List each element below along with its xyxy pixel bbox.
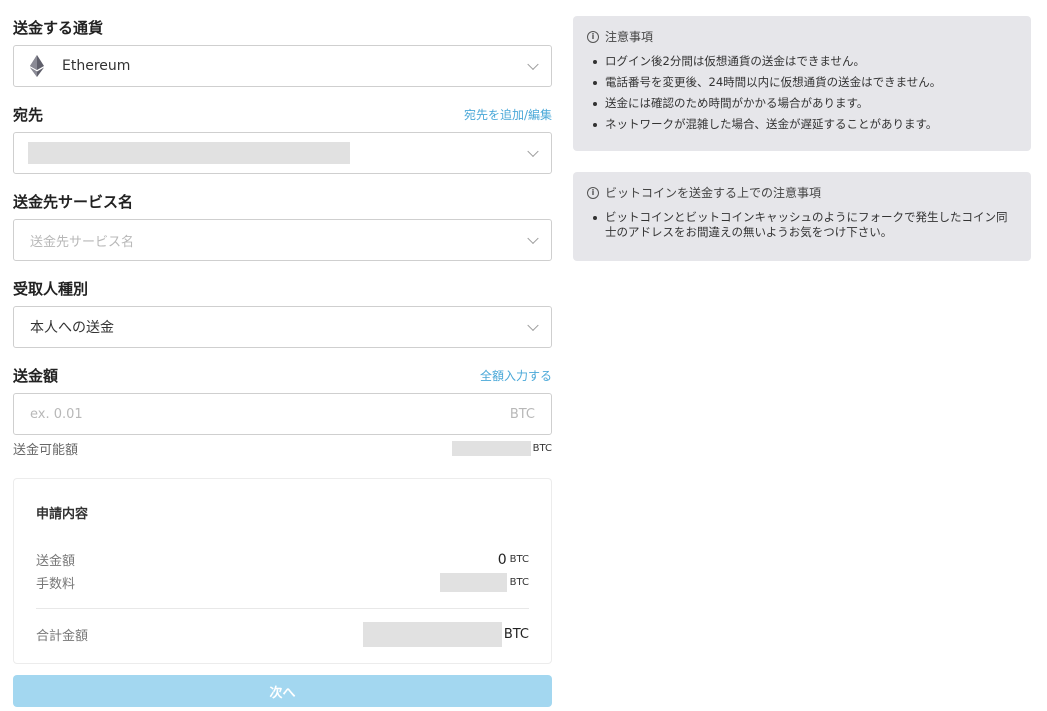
- destination-select[interactable]: [13, 132, 552, 174]
- summary-amount-unit: BTC: [509, 554, 529, 565]
- available-amount-value: BTC: [451, 441, 552, 456]
- fill-max-amount-link[interactable]: 全額入力する: [480, 367, 552, 384]
- summary-total-unit: BTC: [503, 626, 529, 642]
- service-placeholder: 送金先サービス名: [30, 234, 135, 250]
- ethereum-icon: [30, 55, 44, 77]
- available-amount-label: 送金可能額: [13, 443, 79, 458]
- notice-bitcoin-list: ビットコインとビットコインキャッシュのようにフォークで発生したコイン同士のアドレ…: [587, 210, 1015, 240]
- summary-fee-unit: BTC: [509, 577, 529, 588]
- edit-destination-link[interactable]: 宛先を追加/編集: [464, 106, 552, 123]
- available-amount-redacted: [451, 441, 531, 456]
- currency-label: 送金する通貨: [13, 18, 104, 37]
- info-icon: i: [587, 186, 599, 199]
- info-icon: i: [587, 30, 599, 43]
- chevron-down-icon: [527, 232, 539, 245]
- amount-label-row: 送金額 全額入力する: [13, 364, 552, 386]
- notice-bitcoin-title: ビットコインを送金する上での注意事項: [605, 186, 822, 200]
- summary-amount-row: 送金額 0 BTC: [36, 548, 529, 571]
- send-form: 送金する通貨 Ethereum 宛先 宛先を追加/編集 送金先サービス名 送金先…: [13, 0, 552, 707]
- available-amount-unit: BTC: [532, 443, 552, 454]
- summary-fee-redacted: [439, 573, 507, 592]
- notice-general: i 注意事項 ログイン後2分間は仮想通貨の送金はできません。 電話番号を変更後、…: [573, 16, 1031, 151]
- notice-general-title-row: i 注意事項: [587, 28, 1015, 45]
- service-label: 送金先サービス名: [13, 192, 134, 211]
- service-select[interactable]: 送金先サービス名: [13, 219, 552, 261]
- list-item: 送金には確認のため時間がかかる場合があります。: [591, 96, 1015, 111]
- currency-select[interactable]: Ethereum: [13, 45, 552, 87]
- summary-amount-value: 0 BTC: [498, 552, 529, 568]
- destination-label-row: 宛先 宛先を追加/編集: [13, 103, 552, 125]
- next-button[interactable]: 次へ: [13, 675, 552, 707]
- recipient-type-value: 本人への送金: [30, 320, 114, 336]
- service-label-row: 送金先サービス名: [13, 190, 552, 212]
- list-item: ネットワークが混雑した場合、送金が遅延することがあります。: [591, 117, 1015, 132]
- summary-total-value: BTC: [362, 621, 529, 647]
- summary-amount-number: 0: [497, 551, 507, 568]
- list-item: ログイン後2分間は仮想通貨の送金はできません。: [591, 54, 1015, 69]
- notices-panel: i 注意事項 ログイン後2分間は仮想通貨の送金はできません。 電話番号を変更後、…: [573, 16, 1031, 261]
- recipient-type-label: 受取人種別: [13, 279, 89, 298]
- list-item: ビットコインとビットコインキャッシュのようにフォークで発生したコイン同士のアドレ…: [591, 210, 1015, 240]
- summary-title: 申請内容: [36, 507, 89, 522]
- amount-placeholder: ex. 0.01: [30, 406, 83, 422]
- summary-total-redacted: [362, 621, 502, 647]
- recipient-type-label-row: 受取人種別: [13, 277, 552, 299]
- notice-general-title: 注意事項: [605, 30, 654, 44]
- notice-bitcoin: i ビットコインを送金する上での注意事項 ビットコインとビットコインキャッシュの…: [573, 172, 1031, 261]
- chevron-down-icon: [527, 319, 539, 332]
- chevron-down-icon: [527, 58, 539, 71]
- summary-total-row: 合計金額 BTC: [36, 621, 529, 647]
- summary-total-label: 合計金額: [36, 628, 89, 644]
- available-amount-row: 送金可能額 BTC: [13, 439, 552, 458]
- summary-fee-value: BTC: [439, 573, 529, 592]
- amount-input[interactable]: ex. 0.01 BTC: [13, 393, 552, 435]
- amount-label: 送金額: [13, 366, 59, 385]
- currency-value: Ethereum: [62, 58, 131, 74]
- list-item: 電話番号を変更後、24時間以内に仮想通貨の送金はできません。: [591, 75, 1015, 90]
- summary-fee-row: 手数料 BTC: [36, 571, 529, 594]
- summary-fee-label: 手数料: [36, 577, 76, 592]
- destination-label: 宛先: [13, 105, 44, 124]
- notice-general-list: ログイン後2分間は仮想通貨の送金はできません。 電話番号を変更後、24時間以内に…: [587, 54, 1015, 132]
- amount-unit: BTC: [509, 406, 535, 422]
- chevron-down-icon: [527, 145, 539, 158]
- destination-value-redacted: [28, 142, 350, 164]
- recipient-type-select[interactable]: 本人への送金: [13, 306, 552, 348]
- notice-bitcoin-title-row: i ビットコインを送金する上での注意事項: [587, 184, 1015, 201]
- summary-card: 申請内容 送金額 0 BTC 手数料 BTC 合計金額 BTC: [13, 478, 552, 664]
- currency-label-row: 送金する通貨: [13, 16, 552, 38]
- summary-divider: [36, 608, 529, 609]
- summary-amount-label: 送金額: [36, 554, 76, 569]
